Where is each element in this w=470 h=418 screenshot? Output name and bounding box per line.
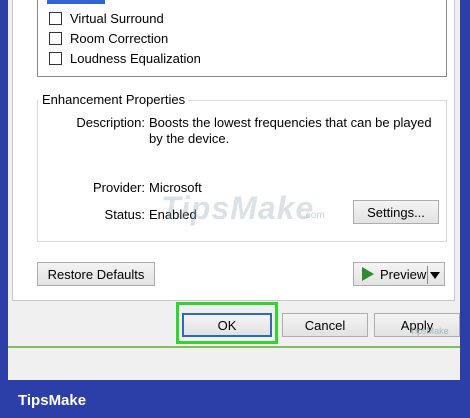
watermark-suffix: .com — [303, 210, 325, 221]
play-icon — [362, 267, 374, 281]
window-bottom-border — [8, 346, 460, 348]
enhancement-properties-title: Enhancement Properties — [39, 92, 189, 107]
room-correction-checkbox[interactable] — [49, 31, 62, 45]
preview-button[interactable]: Preview — [353, 262, 445, 286]
preview-separator — [427, 266, 428, 284]
virtual-surround-label: Virtual Surround — [70, 10, 164, 26]
description-label: Description: — [76, 115, 145, 130]
room-correction-label: Room Correction — [70, 30, 169, 46]
loudness-equalization-label: Loudness Equalization — [70, 50, 201, 66]
cancel-button[interactable]: Cancel — [282, 313, 368, 337]
description-line-1: Boosts the lowest frequencies that can b… — [149, 115, 432, 130]
footer-brand: TipsMake — [18, 392, 87, 409]
description-line-2: by the device. — [149, 131, 230, 146]
preview-label: Preview — [380, 266, 427, 282]
chevron-down-icon[interactable] — [430, 272, 440, 279]
apply-watermark: TipsMake — [410, 326, 449, 336]
watermark: TipsMake — [161, 190, 315, 226]
enhancements-panel: Virtual Surround Room Correction Loudnes… — [12, 0, 455, 301]
dialog-window: Virtual Surround Room Correction Loudnes… — [8, 0, 460, 380]
restore-defaults-button[interactable]: Restore Defaults — [37, 262, 155, 286]
ok-button[interactable]: OK — [182, 313, 272, 337]
effect-item-room-correction[interactable]: Room Correction — [49, 28, 168, 48]
status-label: Status: — [104, 207, 145, 222]
selected-item-strip — [47, 0, 105, 4]
effect-item-virtual-surround[interactable]: Virtual Surround — [49, 8, 164, 28]
settings-button[interactable]: Settings... — [353, 200, 439, 224]
provider-label: Provider: — [92, 180, 145, 195]
effect-item-loudness-equalization[interactable]: Loudness Equalization — [49, 48, 201, 68]
virtual-surround-checkbox[interactable] — [49, 11, 62, 25]
loudness-equalization-checkbox[interactable] — [49, 51, 62, 65]
